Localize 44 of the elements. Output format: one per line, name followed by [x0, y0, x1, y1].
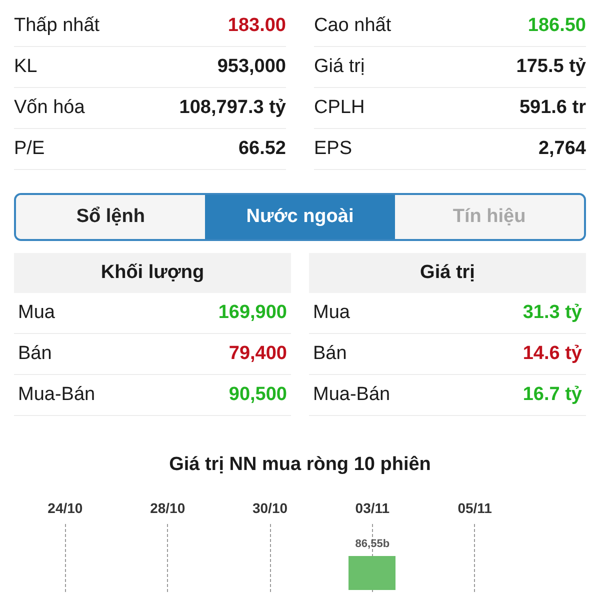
stat-label: Giá trị — [314, 56, 365, 78]
stat-value: 591.6 tr — [519, 97, 586, 119]
row-label: Mua — [313, 302, 350, 324]
grid-line — [167, 524, 168, 592]
stat-label: KL — [14, 56, 38, 78]
date-label: 24/10 — [48, 500, 83, 516]
stat-value: 186.50 — [528, 15, 586, 37]
row-label: Mua-Bán — [313, 384, 390, 406]
grid-line — [474, 524, 476, 592]
stat-value: 2,764 — [538, 138, 586, 160]
row-value: 14.6 tỷ — [522, 343, 582, 365]
row-value: 16.7 tỷ — [522, 384, 582, 406]
tab[interactable]: Sổ lệnh — [16, 195, 206, 239]
stat-value: 953,000 — [217, 56, 286, 78]
row-value: 169,900 — [218, 302, 287, 324]
stat-value: 183.00 — [228, 15, 286, 37]
stat-value: 66.52 — [238, 138, 286, 160]
row-label: Bán — [18, 343, 52, 365]
tab[interactable]: Nước ngoài — [205, 195, 395, 239]
date-label: 28/10 — [150, 500, 186, 516]
stat-value: 175.5 tỷ — [516, 56, 586, 78]
panel-header: Giá trị — [309, 253, 586, 293]
row-value: 31.3 tỷ — [522, 302, 582, 324]
stat-label: P/E — [14, 138, 45, 160]
date-label: 05/11 — [458, 500, 492, 516]
row-label: Mua-Bán — [18, 384, 96, 406]
row-value: 90,500 — [228, 384, 287, 406]
stat-label: EPS — [314, 138, 352, 160]
stat-value: 108,797.3 tỷ — [179, 97, 286, 119]
row-value: 79,400 — [228, 343, 287, 365]
bar — [348, 556, 396, 590]
stat-label: Cao nhất — [314, 15, 392, 37]
row-label: Bán — [313, 343, 347, 365]
chart-title: Giá trị NN mua ròng 10 phiên — [168, 454, 432, 476]
stat-label: Vốn hóa — [14, 97, 85, 119]
stat-label: CPLH — [314, 97, 365, 119]
grid-line — [270, 524, 271, 592]
grid-line — [64, 524, 66, 592]
date-label: 03/11 — [355, 500, 390, 516]
panel-header: Khối lượng — [14, 253, 291, 293]
row-label: Mua — [18, 302, 55, 324]
stat-label: Thấp nhất — [14, 15, 100, 37]
bar-value-label: 86,55b — [355, 538, 390, 550]
date-label: 30/10 — [252, 500, 288, 516]
